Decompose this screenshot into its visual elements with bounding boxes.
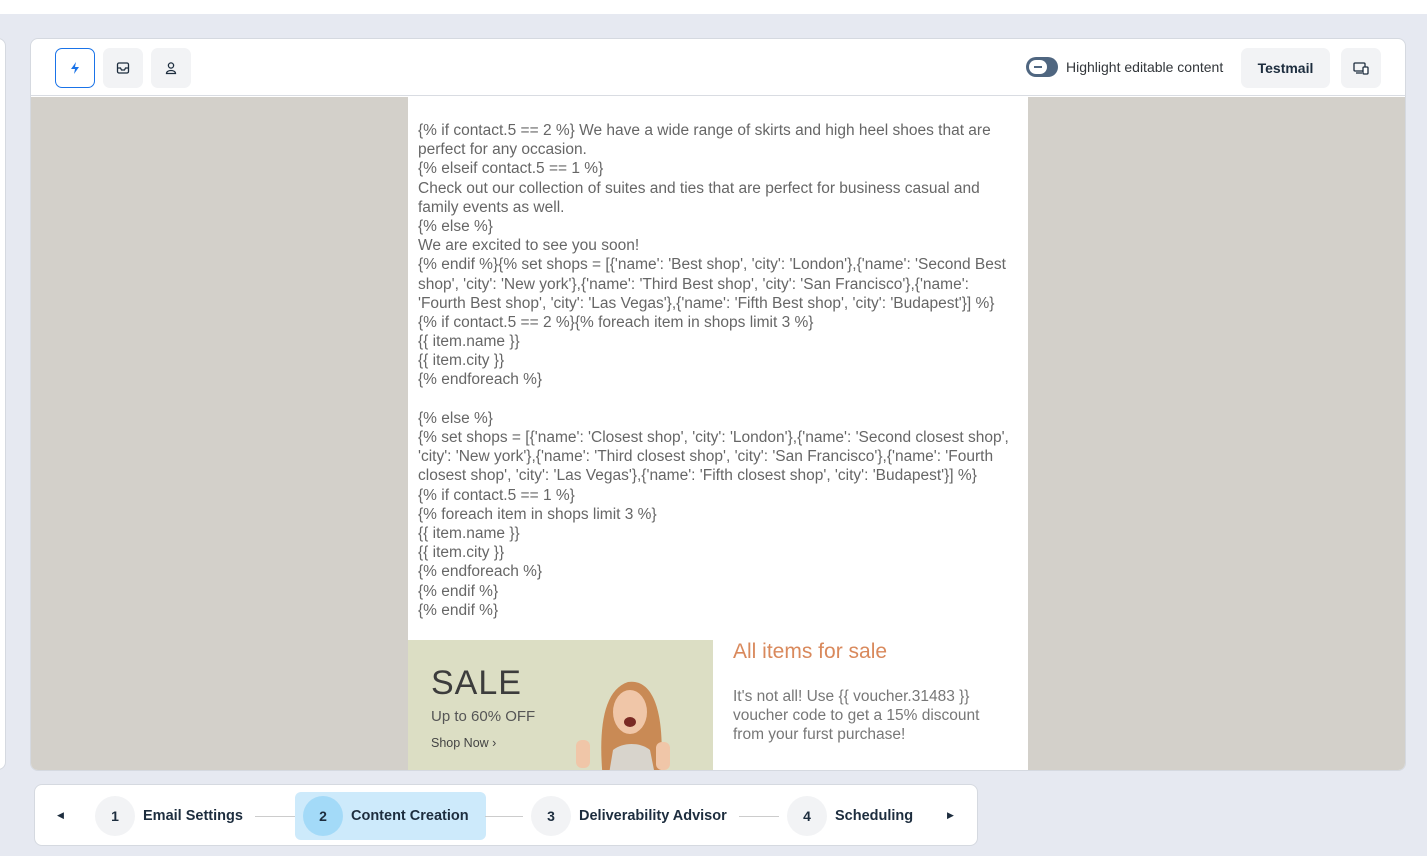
step-label: Email Settings	[143, 808, 243, 824]
code-line: shop', 'city': 'New york'},{'name': 'Thi…	[418, 275, 969, 293]
code-line: {% if contact.5 == 1 %}	[418, 486, 575, 504]
contact-button[interactable]	[151, 48, 191, 88]
step-email-settings[interactable]: 1 Email Settings	[87, 792, 243, 840]
code-line: Check out our collection of suites and t…	[418, 179, 980, 197]
inbox-icon	[116, 62, 130, 74]
code-line: {% if contact.5 == 2 %} We have a wide r…	[418, 122, 991, 139]
email-canvas: {% if contact.5 == 2 %} We have a wide r…	[31, 97, 1405, 770]
prev-arrow-icon[interactable]: ◀	[57, 810, 64, 821]
code-line: {% endforeach %}	[418, 563, 543, 581]
code-line: {{ item.city }}	[418, 544, 505, 562]
step-label: Deliverability Advisor	[579, 808, 727, 824]
step-label: Scheduling	[835, 808, 914, 824]
code-line: {% endif %}{% set shops = [{'name': 'Bes…	[418, 256, 1006, 274]
lightning-icon	[71, 62, 79, 74]
testmail-button[interactable]: Testmail	[1241, 48, 1330, 88]
code-line: {% else %}	[418, 409, 493, 427]
step-number: 4	[787, 796, 827, 836]
code-line: {% foreach item in shops limit 3 %}	[418, 505, 657, 523]
banner-sale: SALE	[431, 664, 522, 702]
inbox-button[interactable]	[103, 48, 143, 88]
code-line: We are excited to see you soon!	[418, 237, 640, 255]
dynamic-code-block[interactable]: {% if contact.5 == 2 %} We have a wide r…	[418, 121, 1009, 620]
woman-photo	[576, 681, 670, 770]
email-body[interactable]: {% if contact.5 == 2 %} We have a wide r…	[408, 97, 1028, 770]
toggle-switch[interactable]	[1026, 57, 1058, 77]
device-preview-button[interactable]	[1341, 48, 1381, 88]
code-line: closest shop', 'city': 'Las Vegas'},{'na…	[418, 467, 977, 485]
code-line: {{ item.name }}	[418, 333, 520, 351]
code-line: 'city': 'New york'},{'name': 'Third clos…	[418, 448, 994, 466]
step-number: 1	[95, 796, 135, 836]
promo-title: All items for sale	[733, 640, 888, 663]
code-line: perfect for any occasion.	[418, 141, 587, 159]
top-bar	[0, 0, 1427, 14]
code-line: 'Fourth Best shop', 'city': 'Las Vegas'}…	[418, 294, 995, 312]
step-connector	[485, 816, 523, 817]
code-line: {{ item.city }}	[418, 352, 505, 370]
code-line: {% set shops = [{'name': 'Closest shop',…	[418, 429, 1009, 446]
shop-now-link[interactable]: Shop Now ›	[431, 736, 496, 750]
code-line: {{ item.name }}	[418, 524, 520, 542]
wizard-stepper: ◀ 1 Email Settings 2 Content Creation 3 …	[34, 784, 978, 846]
code-line: {% endif %}	[418, 582, 499, 600]
step-scheduling[interactable]: 4 Scheduling	[779, 792, 913, 840]
next-arrow-icon[interactable]: ▶	[947, 810, 954, 821]
code-line: family events as well.	[418, 198, 565, 216]
device-preview-icon	[1353, 62, 1369, 75]
left-panel	[0, 38, 6, 770]
step-content-creation[interactable]: 2 Content Creation	[295, 792, 486, 840]
step-label: Content Creation	[351, 808, 469, 824]
email-editor: Highlight editable content Testmail {% i…	[30, 38, 1406, 771]
banner-discount: Up to 60% OFF	[431, 708, 536, 725]
code-line: {% endif %}	[418, 601, 499, 619]
step-number: 2	[303, 796, 343, 836]
promo-text: It's not all! Use {{ voucher.31483 }} vo…	[733, 688, 980, 744]
code-line: {% else %}	[418, 217, 493, 235]
highlight-label: Highlight editable content	[1066, 59, 1224, 75]
sale-banner[interactable]: SALE Up to 60% OFF Shop Now ›	[408, 640, 713, 770]
code-line: {% if contact.5 == 2 %}{% foreach item i…	[418, 313, 814, 331]
code-line: {% endforeach %}	[418, 371, 543, 389]
step-number: 3	[531, 796, 571, 836]
step-connector	[739, 816, 779, 817]
highlight-toggle[interactable]: Highlight editable content	[1026, 57, 1223, 77]
editor-toolbar: Highlight editable content Testmail	[31, 39, 1405, 96]
step-deliverability-advisor[interactable]: 3 Deliverability Advisor	[523, 792, 727, 840]
step-connector	[255, 816, 295, 817]
code-line: {% elseif contact.5 == 1 %}	[418, 160, 604, 178]
dynamic-content-button[interactable]	[55, 48, 95, 88]
user-icon	[165, 62, 177, 75]
